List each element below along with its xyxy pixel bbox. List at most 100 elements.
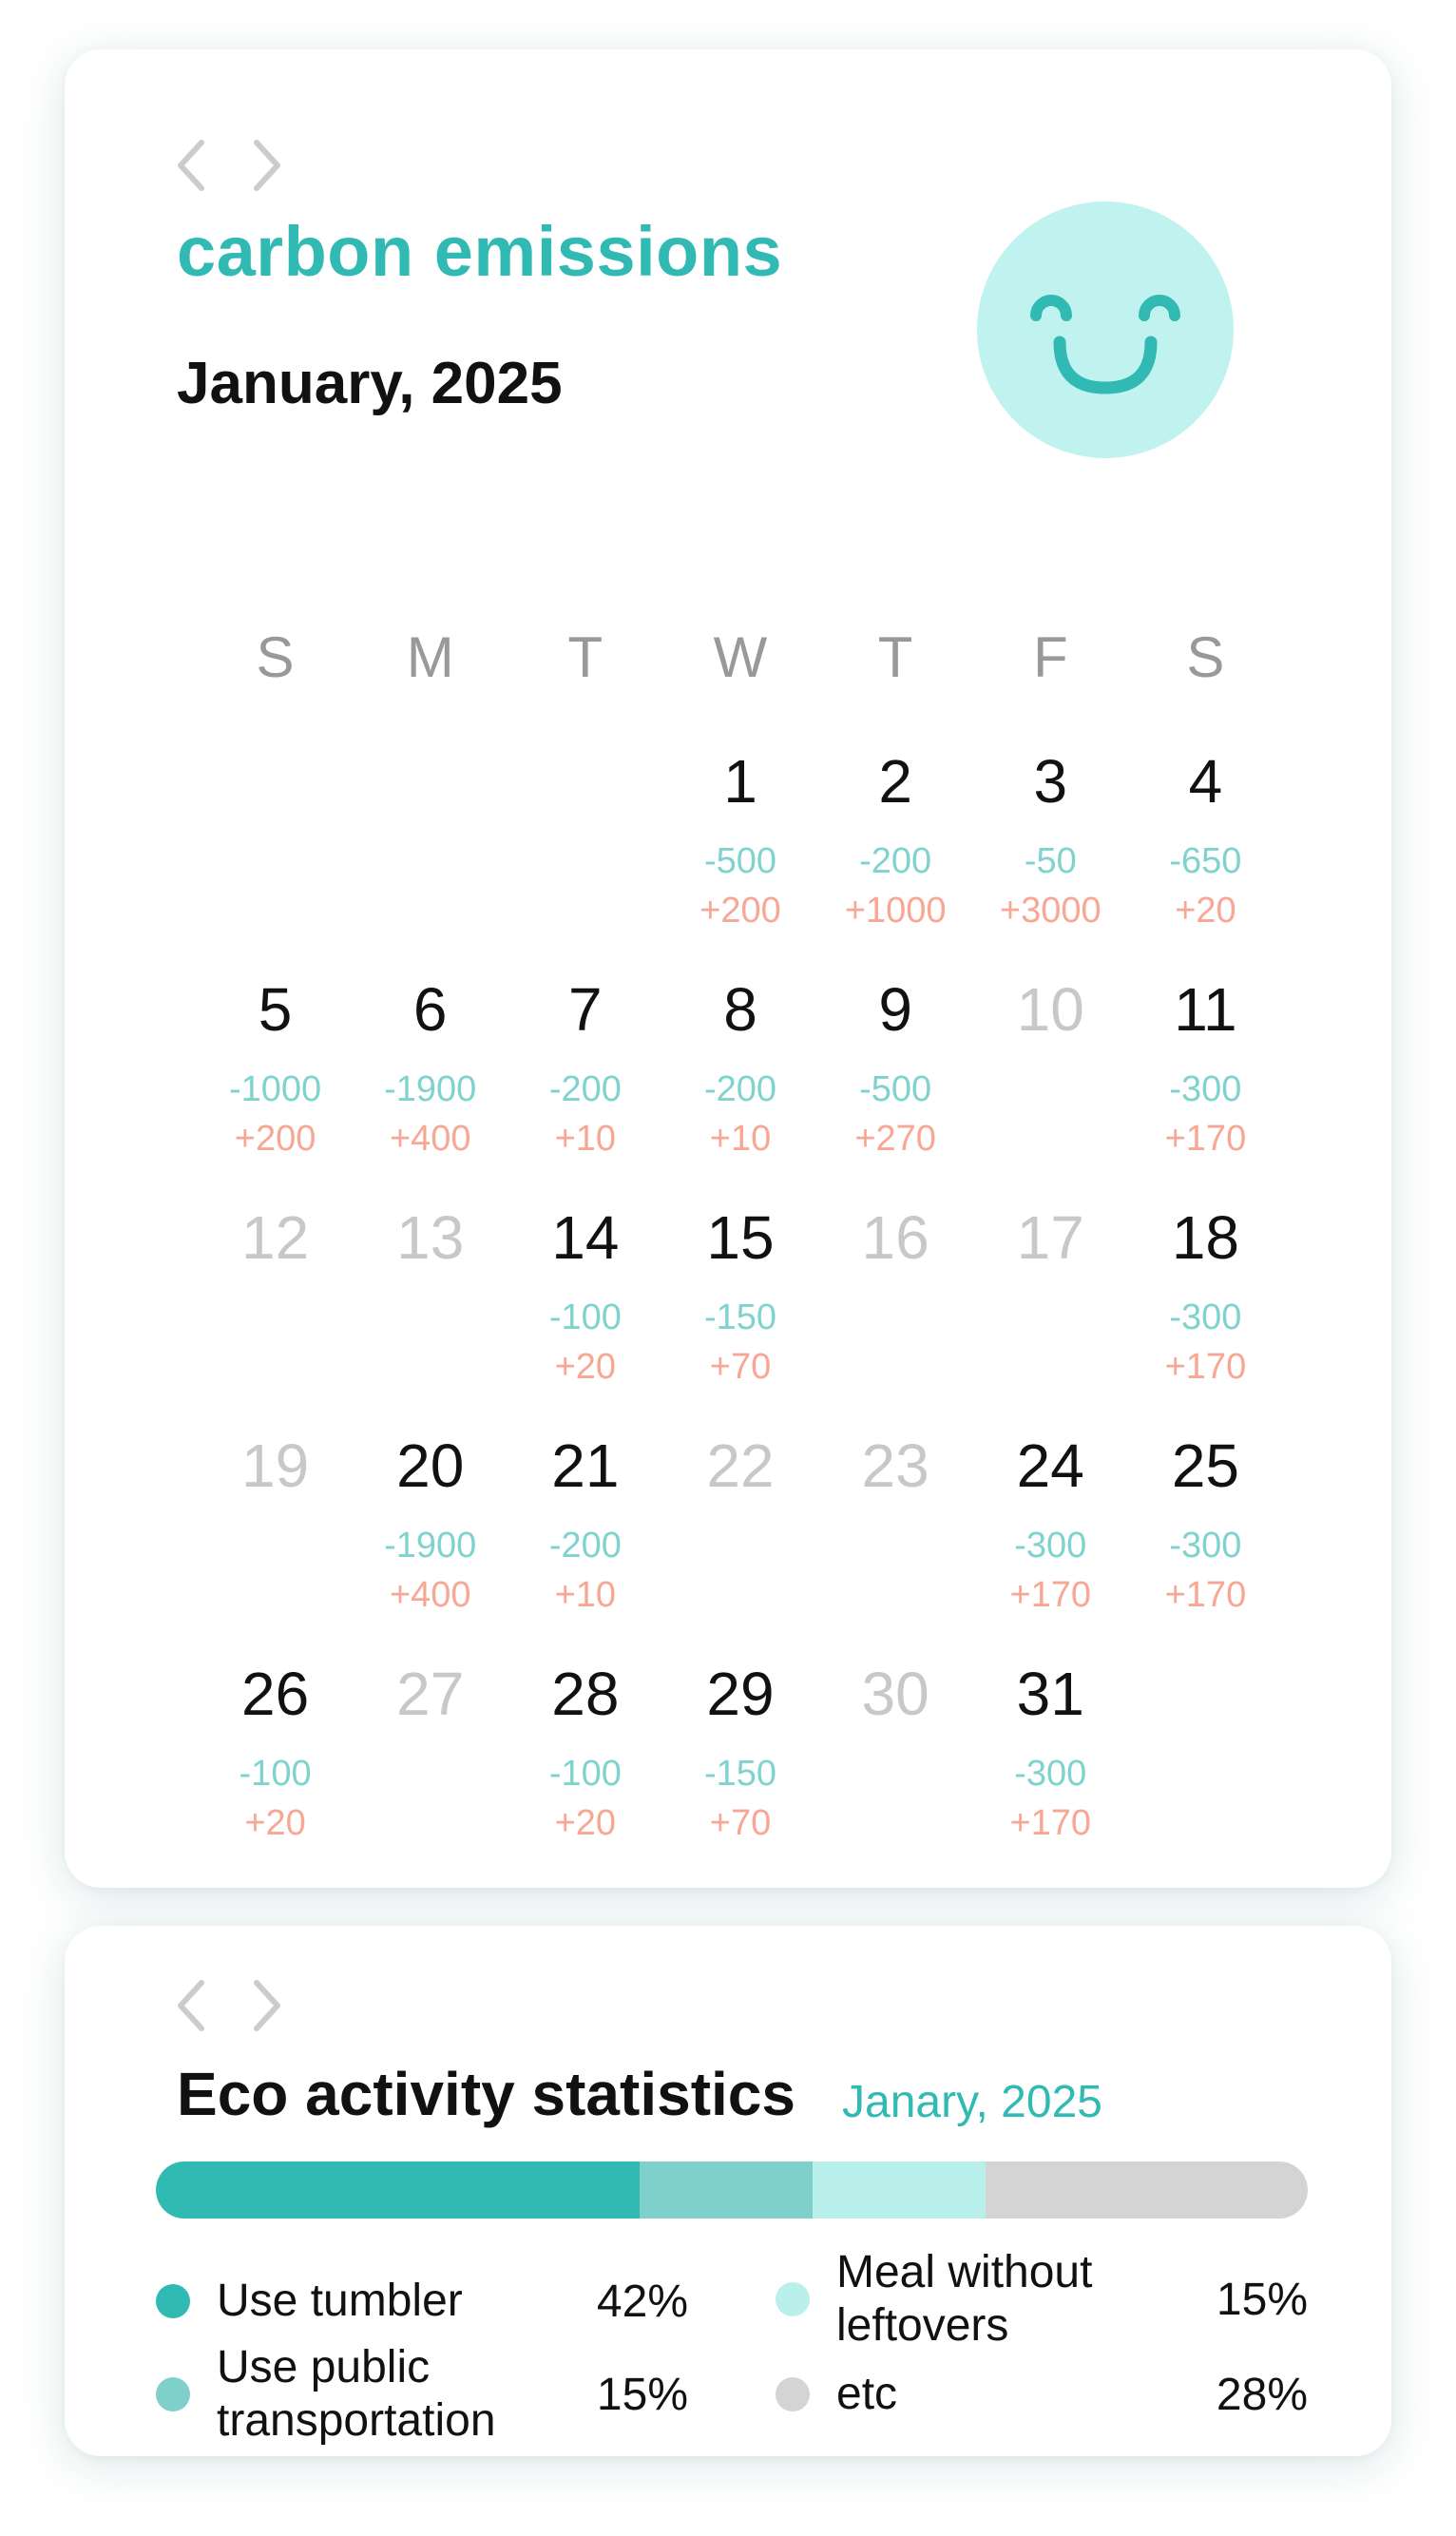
day-number: 22 <box>706 1431 775 1500</box>
day-number: 8 <box>723 975 757 1044</box>
calendar-day-7[interactable]: 7 -200 +10 <box>508 962 662 1190</box>
day-reduction-value: -500 <box>859 1069 932 1109</box>
calendar-day-29[interactable]: 29 -150 +70 <box>662 1646 817 1874</box>
day-emission-value: +170 <box>1164 1575 1247 1615</box>
chevron-right-icon <box>254 1980 280 2031</box>
calendar-day-4[interactable]: 4 -650 +20 <box>1128 734 1283 962</box>
day-emission-value: +10 <box>554 1119 617 1159</box>
calendar-month-label: January, 2025 <box>177 351 563 416</box>
day-emission-value: +200 <box>699 891 781 931</box>
legend-label: etc <box>836 2369 898 2419</box>
day-reduction-value: -150 <box>703 1754 777 1794</box>
calendar-day-23[interactable]: 23 <box>818 1418 973 1646</box>
stats-prev-button[interactable] <box>171 1977 213 2034</box>
legend-item-etc: etc 28% <box>776 2342 1308 2447</box>
calendar-prev-button[interactable] <box>171 137 213 194</box>
calendar-empty-cell <box>353 734 508 962</box>
day-reduction-value: -200 <box>859 841 932 881</box>
calendar-day-20[interactable]: 20 -1900 +400 <box>353 1418 508 1646</box>
day-emission-value: +200 <box>234 1119 316 1159</box>
calendar-day-3[interactable]: 3 -50 +3000 <box>973 734 1128 962</box>
calendar-day-9[interactable]: 9 -500 +270 <box>818 962 973 1190</box>
day-emission-value: +20 <box>554 1347 617 1387</box>
calendar-day-5[interactable]: 5 -1000 +200 <box>198 962 353 1190</box>
calendar-day-10[interactable]: 10 <box>973 962 1128 1190</box>
weekday-label: T <box>567 625 603 689</box>
eco-stats-card: Eco activity statistics Janary, 2025 Use… <box>65 1926 1391 2456</box>
day-emission-value: +70 <box>709 1803 772 1843</box>
calendar-day-13[interactable]: 13 <box>353 1190 508 1418</box>
calendar-empty-cell <box>198 734 353 962</box>
page-title: carbon emissions <box>177 212 783 291</box>
legend-label: Use tumbler <box>217 2276 463 2326</box>
day-reduction-value: -300 <box>1014 1526 1087 1566</box>
day-number: 23 <box>861 1431 929 1500</box>
day-number: 20 <box>396 1431 465 1500</box>
day-emission-value: +70 <box>709 1347 772 1387</box>
day-emission-value: +20 <box>1175 891 1236 931</box>
chevron-left-icon <box>178 140 204 191</box>
day-number: 15 <box>706 1203 775 1272</box>
weekday-header: SMTWTFS <box>198 620 1283 696</box>
calendar-day-14[interactable]: 14 -100 +20 <box>508 1190 662 1418</box>
stats-stacked-bar <box>156 2161 1308 2219</box>
calendar-day-31[interactable]: 31 -300 +170 <box>973 1646 1128 1874</box>
calendar-day-1[interactable]: 1 -500 +200 <box>662 734 817 962</box>
calendar-day-30[interactable]: 30 <box>818 1646 973 1874</box>
day-emission-value: +10 <box>554 1575 617 1615</box>
day-emission-value: +170 <box>1009 1575 1092 1615</box>
day-number: 31 <box>1016 1660 1084 1728</box>
bar-segment <box>812 2161 986 2219</box>
day-emission-value: +10 <box>709 1119 772 1159</box>
day-reduction-value: -50 <box>1024 841 1077 881</box>
day-emission-value: +1000 <box>844 891 947 931</box>
stats-next-button[interactable] <box>245 1977 287 2034</box>
calendar-day-24[interactable]: 24 -300 +170 <box>973 1418 1128 1646</box>
calendar-day-11[interactable]: 11 -300 +170 <box>1128 962 1283 1190</box>
day-reduction-value: -650 <box>1169 841 1242 881</box>
day-number: 24 <box>1016 1431 1084 1500</box>
calendar-day-17[interactable]: 17 <box>973 1190 1128 1418</box>
bar-segment <box>640 2161 813 2219</box>
day-reduction-value: -200 <box>703 1069 777 1109</box>
day-emission-value: +170 <box>1164 1119 1247 1159</box>
day-reduction-value: -200 <box>548 1526 622 1566</box>
legend-dot <box>776 2282 810 2316</box>
day-number: 13 <box>396 1203 465 1272</box>
calendar-next-button[interactable] <box>245 137 287 194</box>
day-number: 5 <box>258 975 293 1044</box>
stats-nav <box>171 1977 287 2034</box>
day-emission-value: +170 <box>1164 1347 1247 1387</box>
day-reduction-value: -300 <box>1169 1526 1242 1566</box>
calendar-day-21[interactable]: 21 -200 +10 <box>508 1418 662 1646</box>
calendar-day-26[interactable]: 26 -100 +20 <box>198 1646 353 1874</box>
day-reduction-value: -150 <box>703 1297 777 1337</box>
calendar-day-25[interactable]: 25 -300 +170 <box>1128 1418 1283 1646</box>
calendar-day-18[interactable]: 18 -300 +170 <box>1128 1190 1283 1418</box>
calendar-day-16[interactable]: 16 <box>818 1190 973 1418</box>
day-number: 25 <box>1171 1431 1239 1500</box>
legend-item-use-tumbler: Use tumbler 42% <box>156 2249 688 2353</box>
calendar-day-15[interactable]: 15 -150 +70 <box>662 1190 817 1418</box>
calendar-day-27[interactable]: 27 <box>353 1646 508 1874</box>
day-number: 21 <box>551 1431 620 1500</box>
day-number: 3 <box>1033 747 1068 816</box>
calendar-day-6[interactable]: 6 -1900 +400 <box>353 962 508 1190</box>
calendar-day-19[interactable]: 19 <box>198 1418 353 1646</box>
calendar-day-2[interactable]: 2 -200 +1000 <box>818 734 973 962</box>
day-emission-value: +400 <box>389 1575 471 1615</box>
day-number: 28 <box>551 1660 620 1728</box>
calendar-day-28[interactable]: 28 -100 +20 <box>508 1646 662 1874</box>
calendar-day-12[interactable]: 12 <box>198 1190 353 1418</box>
calendar-day-22[interactable]: 22 <box>662 1418 817 1646</box>
day-number: 9 <box>878 975 912 1044</box>
legend-percent: 15% <box>596 2369 688 2420</box>
day-emission-value: +3000 <box>999 891 1102 931</box>
day-number: 7 <box>568 975 603 1044</box>
weekday-label: T <box>877 625 913 689</box>
legend-dot <box>156 2377 190 2411</box>
day-emission-value: +20 <box>244 1803 306 1843</box>
calendar-day-8[interactable]: 8 -200 +10 <box>662 962 817 1190</box>
day-number: 26 <box>240 1660 310 1728</box>
day-number: 12 <box>240 1203 310 1272</box>
